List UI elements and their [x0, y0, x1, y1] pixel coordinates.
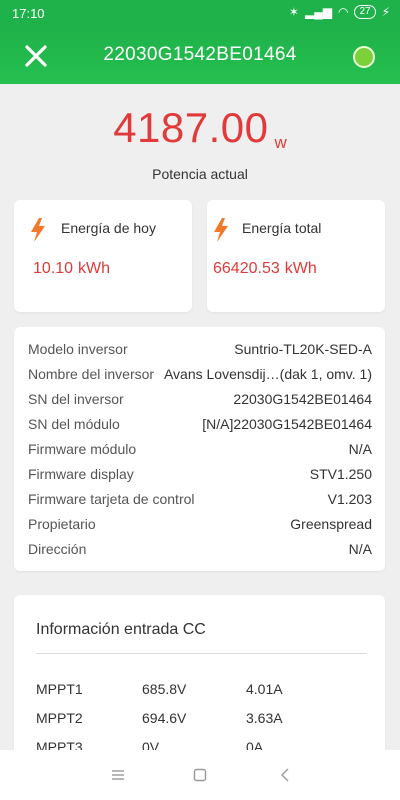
mppt-name: MPPT2 [36, 710, 83, 726]
power-label: Potencia actual [152, 166, 248, 182]
mppt-current: 4.01A [246, 681, 283, 697]
info-row: SN del inversor 22030G1542BE01464 [28, 391, 372, 411]
power-unit: w [274, 133, 287, 152]
energy-today-card: Energía de hoy 10.10 kWh [14, 200, 192, 312]
system-nav-bar [0, 750, 400, 800]
app-header: 22030G1542BE01464 [0, 28, 400, 84]
info-row: Firmware display STV1.250 [28, 466, 372, 486]
info-row: Firmware módulo N/A [28, 441, 372, 461]
page-title: 22030G1542BE01464 [103, 44, 297, 65]
mppt-voltage: 685.8V [142, 681, 187, 697]
energy-today-amount: 10.10 kWh [33, 260, 110, 278]
energy-today-label: Energía de hoy [61, 220, 156, 236]
status-indicator [353, 46, 375, 68]
info-value: N/A [348, 541, 372, 557]
wifi-icon: ◠ [337, 5, 349, 19]
info-row: Modelo inversor Suntrio-TL20K-SED-A [28, 341, 372, 361]
energy-today-unit: kWh [78, 260, 111, 277]
info-key: Dirección [28, 541, 87, 557]
info-key: SN del módulo [28, 416, 120, 432]
info-row: Dirección N/A [28, 541, 372, 561]
info-row: Propietario Greenspread [28, 516, 372, 536]
info-row: SN del módulo [N/A]22030G1542BE01464 [28, 416, 372, 436]
info-value: [N/A]22030G1542BE01464 [202, 416, 372, 432]
lightning-icon [214, 218, 228, 242]
signal-icon: ▂▄▆ [304, 5, 332, 19]
info-key: Nombre del inversor [28, 366, 155, 382]
energy-total-unit: kWh [284, 260, 317, 277]
info-key: Modelo inversor [28, 341, 128, 357]
energy-total-label: Energía total [242, 220, 322, 236]
mppt-row: MPPT1 685.8V 4.01A [36, 681, 367, 701]
info-key: Firmware display [28, 466, 134, 482]
divider [36, 653, 367, 654]
info-value: Avans Lovensdij…(dak 1, omv. 1) [163, 366, 372, 382]
lightning-icon [31, 218, 45, 242]
info-value: 22030G1542BE01464 [233, 391, 372, 407]
info-value: N/A [348, 441, 372, 457]
home-icon[interactable] [191, 766, 209, 784]
info-key: Firmware módulo [28, 441, 137, 457]
energy-today-value: 10.10 [33, 260, 74, 277]
info-key: SN del inversor [28, 391, 124, 407]
battery-icon: 27 [354, 5, 376, 19]
energy-total-amount: 66420.53 kWh [213, 260, 317, 278]
info-row: Firmware tarjeta de control V1.203 [28, 491, 372, 511]
energy-total-value: 66420.53 [213, 260, 280, 277]
info-value: STV1.250 [309, 466, 372, 482]
dc-input-title: Información entrada CC [36, 621, 206, 638]
mppt-row: MPPT2 694.6V 3.63A [36, 710, 367, 730]
mppt-voltage: 694.6V [142, 710, 187, 726]
mppt-current: 3.63A [246, 710, 283, 726]
back-icon[interactable] [276, 766, 294, 784]
energy-total-card: Energía total 66420.53 kWh [207, 200, 385, 312]
status-time: 17:10 [12, 6, 45, 21]
bluetooth-icon: ✶ [288, 5, 299, 19]
current-power: 4187.00 w [0, 104, 400, 153]
status-bar: 17:10 ✶ ▂▄▆ ◠ 27 ⚡ [0, 0, 400, 28]
info-value: Suntrio-TL20K-SED-A [234, 341, 372, 357]
power-value: 4187.00 [113, 104, 269, 151]
info-key: Propietario [28, 516, 96, 532]
status-icons: ✶ ▂▄▆ ◠ 27 ⚡ [289, 5, 390, 19]
info-value: V1.203 [327, 491, 372, 507]
info-row: Nombre del inversor Avans Lovensdij…(dak… [28, 366, 372, 386]
inverter-info-card: Modelo inversor Suntrio-TL20K-SED-A Nomb… [14, 327, 385, 571]
mppt-name: MPPT1 [36, 681, 83, 697]
menu-icon[interactable] [109, 766, 127, 784]
info-value: Greenspread [290, 516, 372, 532]
charging-icon: ⚡ [381, 5, 390, 19]
info-key: Firmware tarjeta de control [28, 491, 195, 507]
